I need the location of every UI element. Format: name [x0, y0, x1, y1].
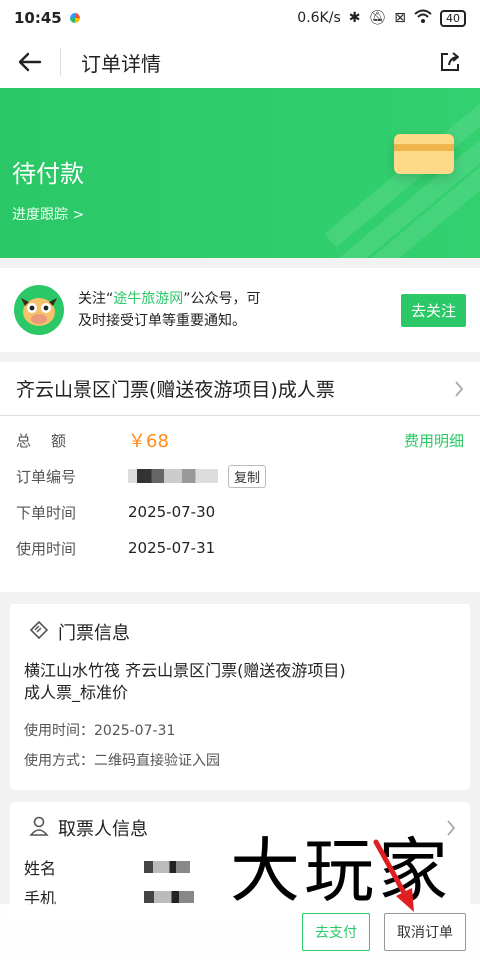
account-name: 途牛旅游网 [113, 291, 184, 307]
cancel-order-button[interactable]: 取消订单 [384, 913, 466, 951]
picker-phone-redacted [144, 891, 194, 903]
picker-info-title: 取票人信息 [58, 819, 148, 840]
status-time: 10:45 [14, 9, 62, 27]
ticket-meta: 使用时间：2025-07-31 使用方式：二维码直接验证入园 [24, 716, 456, 776]
bluetooth-icon: ✱ [348, 10, 361, 26]
ticket-info-header: 门票信息 [24, 618, 456, 646]
pay-button[interactable]: 去支付 [302, 913, 370, 951]
follow-account-banner: 关注“途牛旅游网”公众号，可 及时接受订单等重要通知。 去关注 [0, 268, 480, 352]
ticket-icon [28, 619, 58, 646]
product-title-row[interactable]: 齐云山景区门票(赠送夜游项目)成人票 [0, 362, 480, 416]
order-time-value: 2025-07-30 [128, 503, 216, 521]
order-time-label: 下单时间 [16, 503, 77, 522]
order-status-text: 待付款 [12, 160, 84, 188]
person-icon [28, 815, 58, 842]
red-arrow-icon [373, 839, 414, 912]
mute-icon: 🔕︎ [368, 10, 387, 26]
order-number-row: 订单编号 复制 [16, 458, 464, 494]
ticket-use-time: 使用时间：2025-07-31 [24, 723, 176, 739]
status-bar: 10:45 0.6K/s ✱ 🔕︎ ⊠ 40 [0, 0, 480, 36]
order-number-label: 订单编号 [16, 467, 77, 486]
wifi-icon [414, 9, 432, 27]
app-notification-icon [69, 13, 80, 23]
copy-button[interactable]: 复制 [228, 464, 267, 488]
picker-name-redacted [144, 861, 190, 873]
sim-icon: ⊠ [394, 10, 406, 26]
follow-text: 关注“途牛旅游网”公众号，可 及时接受订单等重要通知。 [78, 291, 261, 329]
page-title: 订单详情 [81, 51, 161, 76]
chevron-right-icon [455, 380, 464, 397]
progress-tracking-link[interactable]: 进度跟踪 > [12, 204, 84, 224]
order-info-section: 总额 ￥68 费用明细 订单编号 复制 下单时间 2025-07-30 使用时间… [0, 416, 480, 592]
follow-button[interactable]: 去关注 [400, 293, 466, 327]
fee-detail-link[interactable]: 费用明细 [404, 430, 464, 451]
use-time-row: 使用时间 2025-07-31 [16, 530, 464, 566]
battery-indicator: 40 [440, 9, 466, 27]
total-row: 总额 ￥68 费用明细 [16, 422, 464, 458]
order-number-redacted [128, 469, 218, 483]
total-value: ￥68 [128, 431, 169, 452]
nav-bar: 订单详情 [0, 36, 480, 88]
arrow-left-icon [18, 52, 42, 72]
network-speed: 0.6K/s [297, 10, 341, 26]
share-button[interactable] [420, 36, 480, 88]
tuniu-logo-icon [14, 285, 64, 335]
card-illustration-icon [394, 134, 454, 174]
nav-divider [60, 48, 61, 76]
order-status-banner: 待付款 进度跟踪 > [0, 88, 480, 258]
order-time-row: 下单时间 2025-07-30 [16, 494, 464, 530]
status-right: 0.6K/s ✱ 🔕︎ ⊠ 40 [297, 9, 466, 27]
ticket-info-title: 门票信息 [58, 623, 130, 644]
total-label: 总额 [16, 431, 87, 450]
ticket-use-method: 使用方式：二维码直接验证入园 [24, 753, 220, 769]
product-title: 齐云山景区门票(赠送夜游项目)成人票 [16, 379, 335, 401]
use-time-label: 使用时间 [16, 539, 77, 558]
picker-name-label: 姓名 [24, 859, 57, 878]
back-button[interactable] [0, 36, 60, 88]
share-icon [441, 52, 459, 71]
use-time-value: 2025-07-31 [128, 539, 216, 557]
ticket-info-card: 门票信息 横江山水竹筏 齐云山景区门票(赠送夜游项目) 成人票_标准价 使用时间… [10, 604, 470, 790]
ticket-name: 横江山水竹筏 齐云山景区门票(赠送夜游项目) 成人票_标准价 [24, 661, 346, 702]
